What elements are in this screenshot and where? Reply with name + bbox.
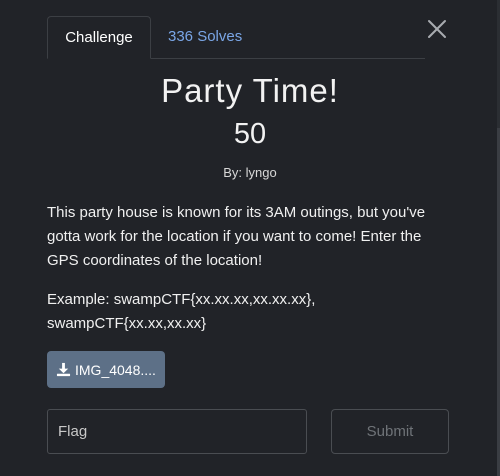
challenge-author: By: lyngo	[223, 165, 277, 180]
challenge-modal: Challenge 336 Solves Party Time! 50 By: …	[0, 0, 500, 476]
download-file-button[interactable]: IMG_4048....	[47, 351, 165, 388]
tab-solves[interactable]: 336 Solves	[168, 16, 242, 58]
submit-button[interactable]: Submit	[331, 409, 449, 454]
challenge-points: 50	[233, 118, 267, 150]
tab-challenge[interactable]: Challenge	[47, 16, 151, 59]
challenge-tabs: Challenge 336 Solves	[47, 16, 425, 59]
close-button[interactable]	[426, 18, 448, 40]
challenge-title: Party Time!	[161, 72, 339, 109]
close-icon	[428, 20, 446, 38]
download-icon	[56, 362, 71, 377]
file-name: IMG_4048....	[75, 361, 156, 378]
flag-format-example: Example: swampCTF{xx.xx.xx,xx.xx.xx}, sw…	[47, 291, 316, 332]
challenge-description: This party house is known for its 3AM ou…	[47, 204, 426, 269]
flag-input[interactable]	[47, 409, 307, 454]
